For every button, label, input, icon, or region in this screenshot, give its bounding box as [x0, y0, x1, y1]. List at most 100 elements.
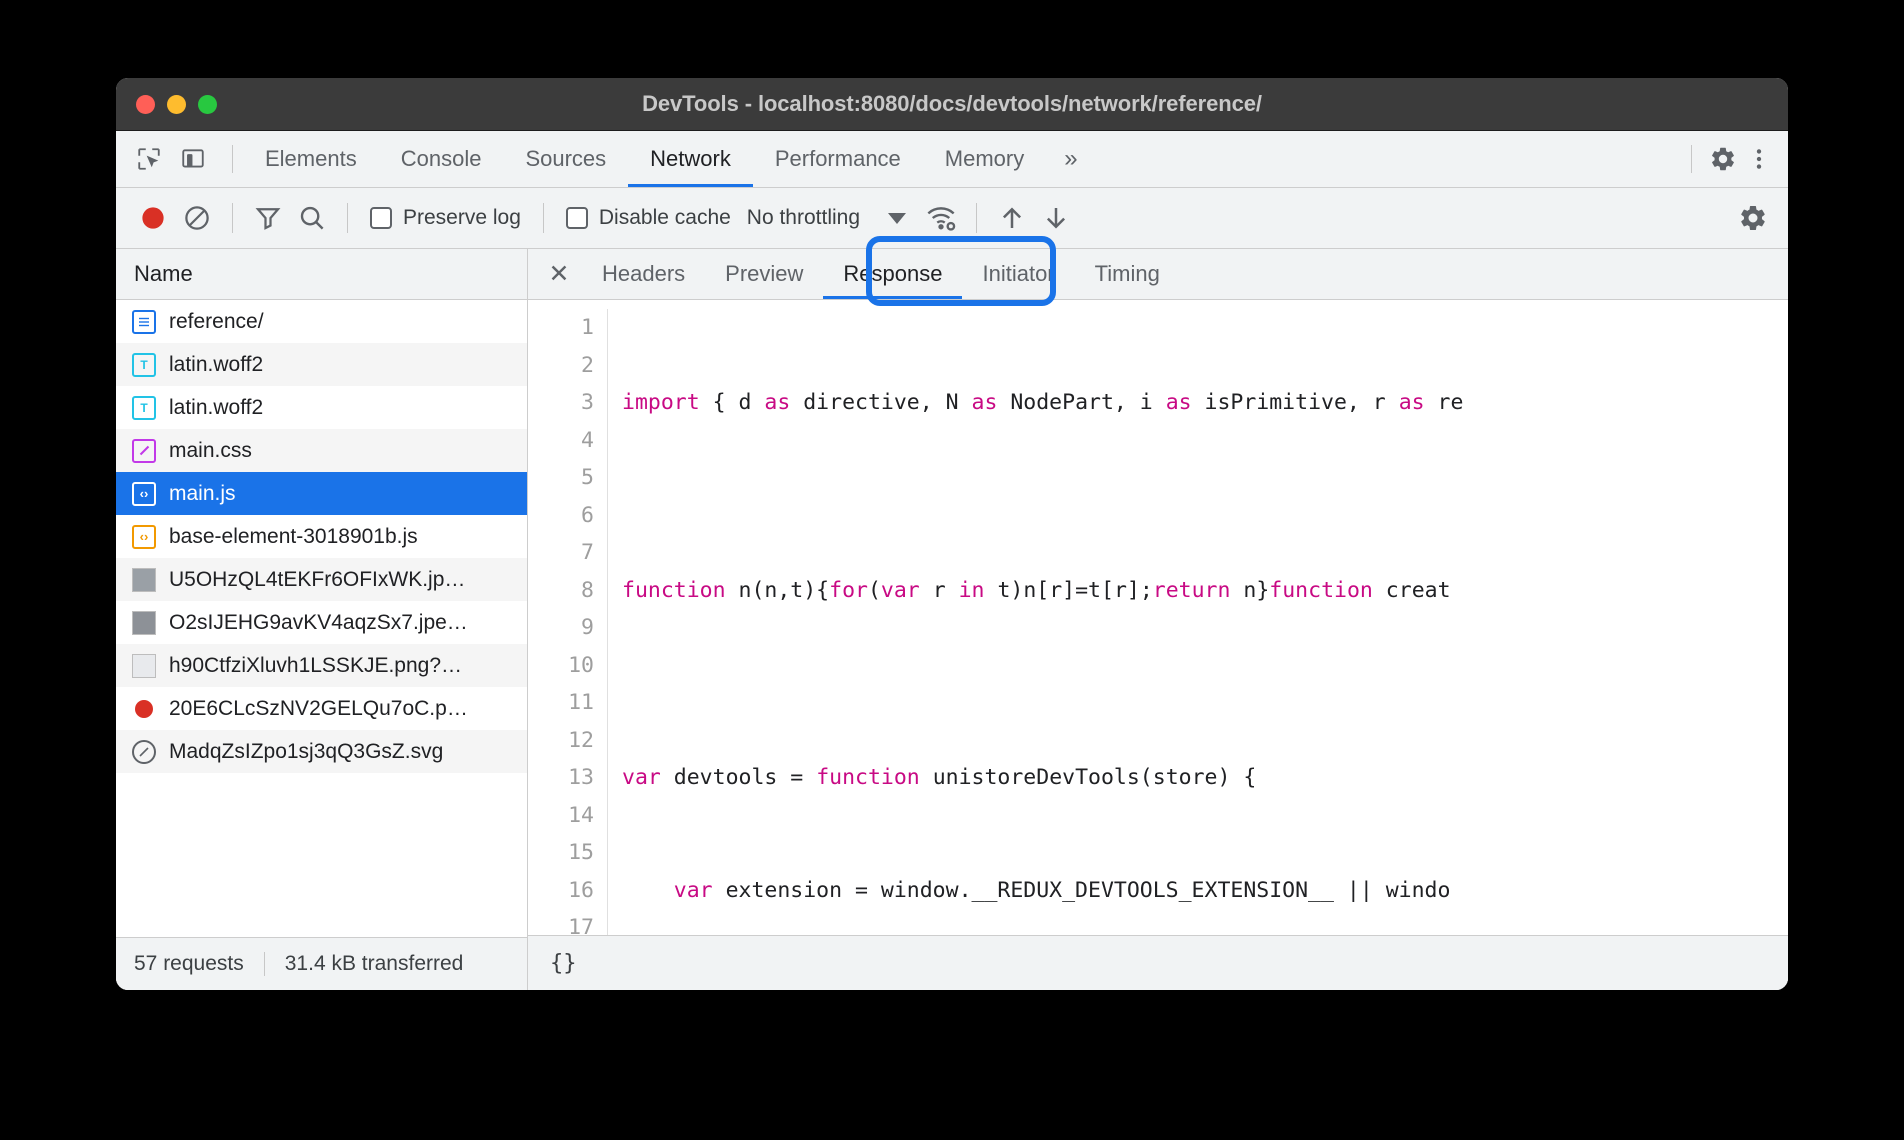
disable-cache-box[interactable]: [566, 207, 588, 229]
tab-elements-label: Elements: [265, 146, 357, 172]
network-settings-gear-icon[interactable]: [1732, 197, 1774, 239]
tab-preview-label: Preview: [725, 261, 803, 287]
window-traffic-lights[interactable]: [136, 95, 217, 114]
screenshot-root: DevTools - localhost:8080/docs/devtools/…: [0, 0, 1904, 1140]
tab-timing[interactable]: Timing: [1075, 249, 1180, 299]
table-row[interactable]: ‹› base-element-3018901b.js: [116, 515, 527, 558]
response-code-viewer[interactable]: 1 2 3 4 5 6 7 8 9 10 11 12 13 14: [528, 300, 1788, 935]
tab-memory-label: Memory: [945, 146, 1024, 172]
tab-console-label: Console: [401, 146, 482, 172]
tab-initiator[interactable]: Initiator: [962, 249, 1074, 299]
code-line-numbers: 1 2 3 4 5 6 7 8 9 10 11 12 13 14: [528, 309, 608, 935]
request-name: U5OHzQL4tEKFr6OFIxWK.jp…: [169, 568, 465, 592]
request-list[interactable]: reference/ T latin.woff2 T latin.woff2: [116, 300, 527, 937]
transferred-size: 31.4 kB transferred: [285, 952, 464, 976]
request-name: main.js: [169, 482, 236, 506]
column-header-name[interactable]: Name: [116, 249, 527, 300]
line-number: 2: [528, 347, 594, 385]
tab-response[interactable]: Response: [823, 249, 962, 299]
status-divider: [264, 952, 265, 976]
record-icon[interactable]: [132, 197, 174, 239]
table-row[interactable]: O2sIJEHG9avKV4aqzSx7.jpe…: [116, 601, 527, 644]
tab-initiator-label: Initiator: [982, 261, 1054, 287]
network-toolbar: Preserve log Disable cache No throttling: [116, 188, 1788, 249]
tab-response-label: Response: [843, 261, 942, 287]
toolbar-divider-3: [543, 203, 544, 233]
close-window-button[interactable]: [136, 95, 155, 114]
tab-timing-label: Timing: [1095, 261, 1160, 287]
table-row[interactable]: MadqZsIZpo1sj3qQ3GsZ.svg: [116, 730, 527, 773]
inspect-element-icon[interactable]: [134, 144, 164, 174]
code-line: var devtools = function unistoreDevTools…: [622, 759, 1788, 797]
clear-icon[interactable]: [176, 197, 218, 239]
image-icon: [132, 654, 156, 678]
table-row[interactable]: 20E6CLcSzNV2GELQu7oC.p…: [116, 687, 527, 730]
table-row[interactable]: U5OHzQL4tEKFr6OFIxWK.jp…: [116, 558, 527, 601]
table-row[interactable]: reference/: [116, 300, 527, 343]
more-tabs-icon[interactable]: »: [1046, 131, 1095, 187]
device-toolbar-icon[interactable]: [178, 144, 208, 174]
line-number: 11: [528, 684, 594, 722]
preserve-log-checkbox[interactable]: Preserve log: [362, 206, 529, 230]
line-number: 17: [528, 909, 594, 935]
line-number: 7: [528, 534, 594, 572]
table-row[interactable]: h90CtfziXluvh1LSSKJE.png?…: [116, 644, 527, 687]
download-icon[interactable]: [1035, 197, 1077, 239]
upload-icon[interactable]: [991, 197, 1033, 239]
devtools-content: Name reference/ T latin.woff2 T: [116, 249, 1788, 990]
pretty-print-bar[interactable]: {}: [528, 935, 1788, 990]
tab-sources[interactable]: Sources: [503, 131, 628, 187]
request-name: reference/: [169, 310, 264, 334]
search-icon[interactable]: [291, 197, 333, 239]
line-number: 1: [528, 309, 594, 347]
table-row[interactable]: T latin.woff2: [116, 343, 527, 386]
code-line: function n(n,t){for(var r in t)n[r]=t[r]…: [622, 572, 1788, 610]
request-name: base-element-3018901b.js: [169, 525, 418, 549]
tab-memory[interactable]: Memory: [923, 131, 1046, 187]
tab-headers[interactable]: Headers: [582, 249, 705, 299]
filter-icon[interactable]: [247, 197, 289, 239]
wifi-settings-icon[interactable]: [920, 197, 962, 239]
tab-sources-label: Sources: [525, 146, 606, 172]
table-row[interactable]: main.css: [116, 429, 527, 472]
svg-icon: [132, 740, 156, 764]
disable-cache-checkbox[interactable]: Disable cache: [558, 206, 739, 230]
stylesheet-icon: [132, 439, 156, 463]
line-number: 8: [528, 572, 594, 610]
script-icon: ‹›: [132, 482, 156, 506]
font-icon: T: [132, 353, 156, 377]
table-row-selected[interactable]: ‹› main.js: [116, 472, 527, 515]
request-name: main.css: [169, 439, 252, 463]
kebab-menu-icon[interactable]: [1744, 144, 1774, 174]
tab-performance[interactable]: Performance: [753, 131, 923, 187]
tabbar-left-icons: [116, 131, 222, 187]
preserve-log-label: Preserve log: [403, 206, 521, 230]
tabbar-divider: [232, 145, 233, 173]
image-icon: [132, 697, 156, 721]
line-number: 5: [528, 459, 594, 497]
window-title: DevTools - localhost:8080/docs/devtools/…: [116, 91, 1788, 117]
request-name: 20E6CLcSzNV2GELQu7oC.p…: [169, 697, 468, 721]
maximize-window-button[interactable]: [198, 95, 217, 114]
table-row[interactable]: T latin.woff2: [116, 386, 527, 429]
gear-icon[interactable]: [1708, 144, 1738, 174]
font-icon: T: [132, 396, 156, 420]
toolbar-divider-4: [976, 203, 977, 233]
image-icon: [132, 611, 156, 635]
request-name: h90CtfziXluvh1LSSKJE.png?…: [169, 654, 462, 678]
tab-elements[interactable]: Elements: [243, 131, 379, 187]
tab-network[interactable]: Network: [628, 131, 753, 187]
tab-performance-label: Performance: [775, 146, 901, 172]
requests-panel: Name reference/ T latin.woff2 T: [116, 249, 528, 990]
tab-console[interactable]: Console: [379, 131, 504, 187]
code-lines: import { d as directive, N as NodePart, …: [608, 309, 1788, 935]
tab-preview[interactable]: Preview: [705, 249, 823, 299]
pretty-print-button[interactable]: {}: [550, 951, 577, 976]
minimize-window-button[interactable]: [167, 95, 186, 114]
script-icon: ‹›: [132, 525, 156, 549]
chevron-down-icon[interactable]: [888, 213, 906, 224]
throttling-dropdown[interactable]: No throttling: [741, 206, 918, 230]
toolbar-divider-2: [347, 203, 348, 233]
close-icon[interactable]: ✕: [536, 249, 582, 299]
preserve-log-box[interactable]: [370, 207, 392, 229]
